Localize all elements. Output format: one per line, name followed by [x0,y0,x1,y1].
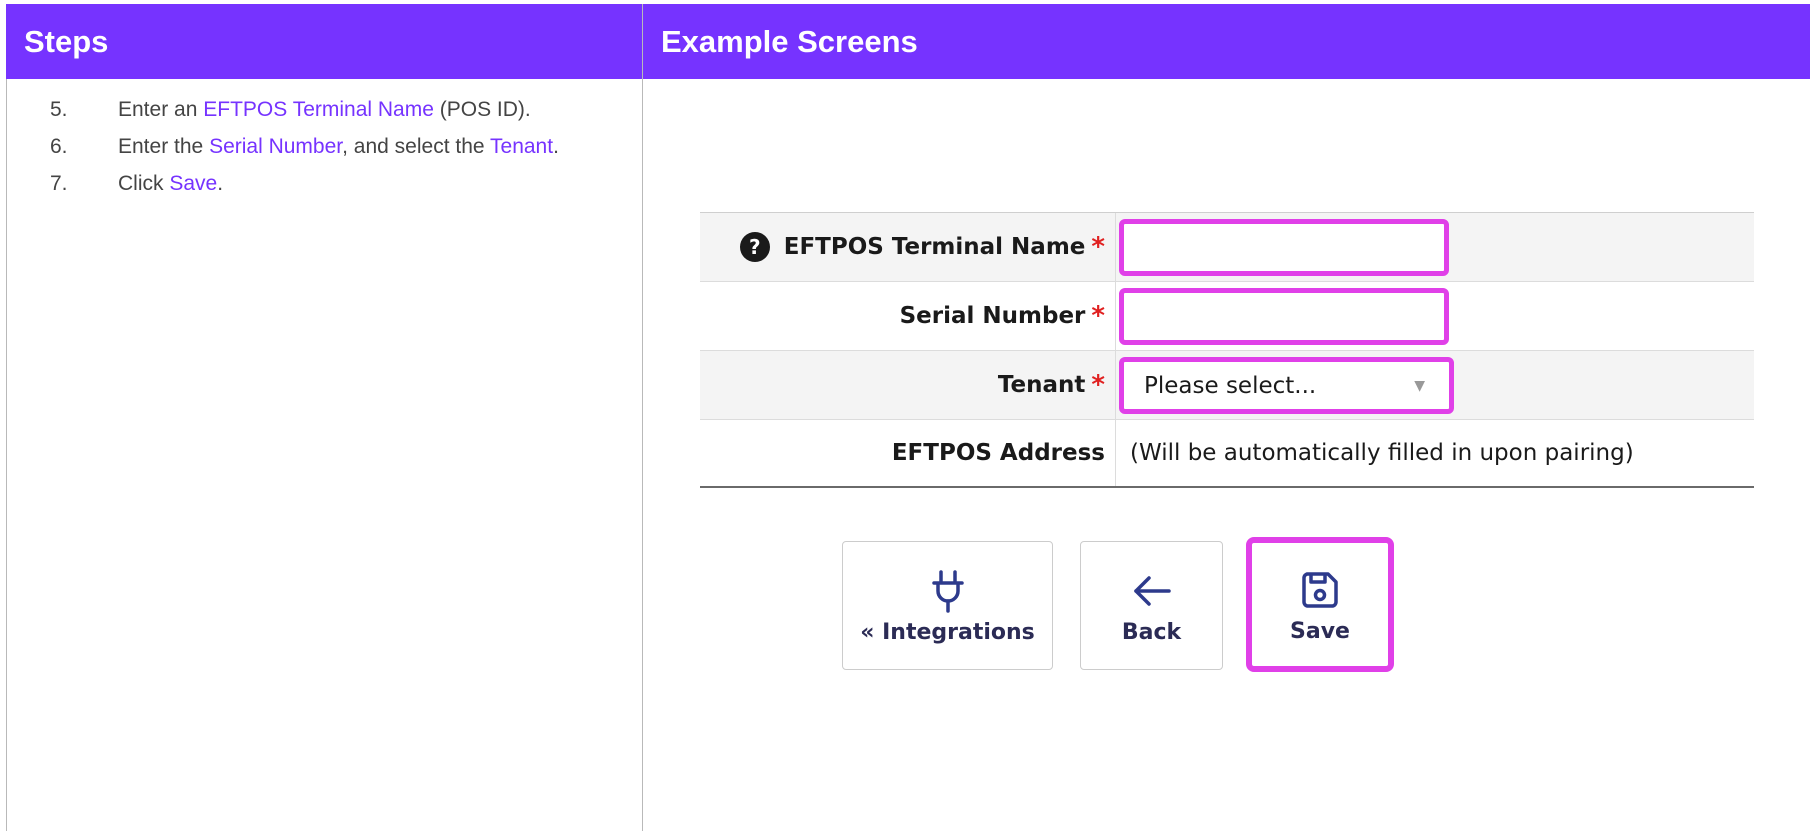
table-divider [642,4,643,831]
tenant-cell: Please select... ▼ [1116,351,1754,419]
caret-down-icon: ▼ [1414,378,1425,394]
serial-number-cell [1116,282,1754,350]
required-marker: * [1091,370,1105,400]
step-5: 5. Enter an EFTPOS Terminal Name (POS ID… [50,91,630,128]
tenant-select-value: Please select... [1144,372,1317,399]
step-number: 5. [50,98,68,121]
eftpos-form: ? EFTPOS Terminal Name * Serial Number *… [700,212,1754,488]
step-text-part: (POS ID). [433,98,531,121]
step-7: 7. Click Save. [50,165,630,202]
serial-number-label: Serial Number * [700,282,1116,350]
back-button-label: Back [1121,620,1182,645]
tenant-select[interactable]: Please select... ▼ [1119,357,1454,414]
integrations-button[interactable]: « Integrations [842,541,1053,670]
save-button-label: Save [1290,619,1350,644]
row-tenant: Tenant * Please select... ▼ [700,351,1754,420]
step-6: 6. Enter the Serial Number, and select t… [50,128,630,165]
step-number: 6. [50,135,68,158]
eftpos-address-value: (Will be automatically filled in upon pa… [1130,440,1634,466]
row-eftpos-address: EFTPOS Address (Will be automatically fi… [700,420,1754,486]
plug-icon [931,566,965,616]
required-marker: * [1091,301,1105,331]
ui-term-save: Save [169,172,218,195]
arrow-left-icon [1132,566,1172,616]
step-text: Enter the Serial Number, and select the … [118,128,598,165]
terminal-name-label-text: EFTPOS Terminal Name [783,234,1086,260]
ui-term-serial-number: Serial Number [209,135,343,158]
serial-number-input[interactable] [1119,288,1449,345]
terminal-name-cell [1116,213,1754,281]
eftpos-address-label: EFTPOS Address [700,420,1116,486]
terminal-name-label: ? EFTPOS Terminal Name * [700,213,1116,281]
terminal-name-input[interactable] [1119,219,1449,276]
step-text-part: , and select the [342,135,491,158]
step-text-part: Enter an [118,98,204,121]
floppy-disk-icon [1301,565,1339,615]
integrations-button-label: « Integrations [860,620,1035,645]
ui-term-terminal-name: EFTPOS Terminal Name [203,98,434,121]
step-text-part: Click [118,172,170,195]
step-text-part: . [553,135,559,158]
serial-number-label-text: Serial Number [899,303,1086,329]
step-number: 7. [50,172,68,195]
example-screens-header: Example Screens [643,4,1810,79]
step-text: Click Save. [118,165,598,202]
row-serial-number: Serial Number * [700,282,1754,351]
save-button[interactable]: Save [1246,537,1394,672]
step-text-part: Enter the [118,135,210,158]
tenant-label: Tenant * [700,351,1116,419]
ui-term-tenant: Tenant [490,135,554,158]
steps-list: 5. Enter an EFTPOS Terminal Name (POS ID… [50,91,630,202]
step-text: Enter an EFTPOS Terminal Name (POS ID). [118,91,598,128]
required-marker: * [1091,232,1105,262]
table-border-left [6,79,7,831]
back-button[interactable]: Back [1080,541,1223,670]
question-circle-icon[interactable]: ? [739,232,770,262]
row-terminal-name: ? EFTPOS Terminal Name * [700,213,1754,282]
step-text-part: . [217,172,224,195]
eftpos-address-label-text: EFTPOS Address [891,440,1105,466]
tenant-label-text: Tenant [997,372,1086,398]
steps-header: Steps [6,4,642,79]
